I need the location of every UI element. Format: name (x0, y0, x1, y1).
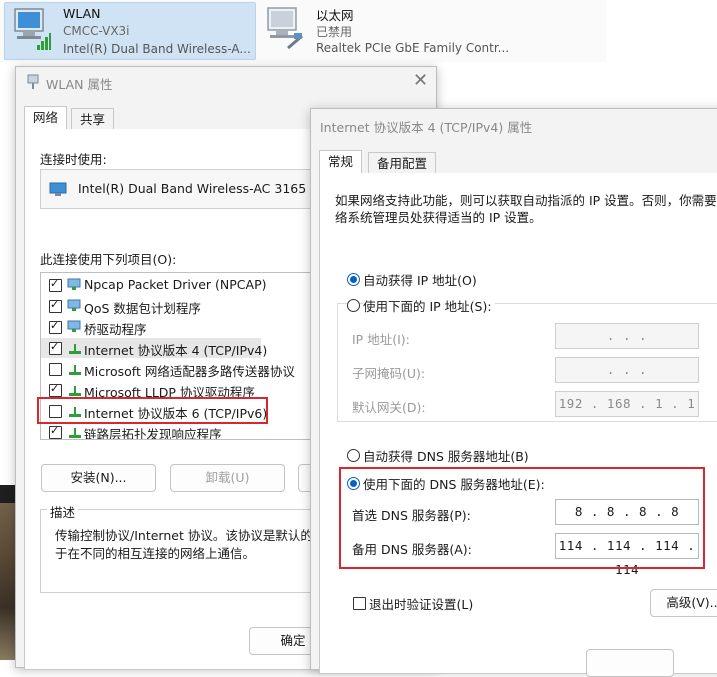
item-checkbox[interactable] (49, 277, 62, 292)
connect-using-label: 连接时使用: (40, 152, 107, 167)
item-checkbox[interactable] (49, 363, 62, 376)
network-card-icon (49, 182, 67, 196)
wlan-dialog-titlebar: WLAN 属性 ✕ (16, 67, 436, 97)
list-item-selected[interactable]: Internet 协议版本 4 (TCP/IPv4) (41, 338, 267, 358)
tab-network[interactable]: 网络 (24, 106, 68, 131)
manual-ip-radio[interactable] (347, 299, 360, 312)
background-area (606, 0, 717, 110)
network-service-icon (67, 299, 81, 311)
ethernet-adapter-icon (267, 7, 303, 50)
auto-ip-label[interactable]: 自动获得 IP 地址(O) (363, 270, 477, 289)
item-label: Internet 协议版本 4 (TCP/IPv4) (84, 343, 268, 358)
network-adapter-icon (27, 74, 39, 89)
adapter-ethernet-name: 以太网 (316, 8, 354, 23)
item-label: Npcap Packet Driver (NPCAP) (84, 277, 267, 292)
adapter-ethernet[interactable]: 以太网 已禁用 Realtek PCIe GbE Family Contr... (258, 2, 518, 58)
uninstall-button[interactable]: 卸载(U) (170, 464, 285, 492)
gateway-field[interactable]: 192 . 168 . 1 . 1 (555, 391, 699, 417)
gateway-label: 默认网关(D): (352, 400, 426, 415)
ipv4-ok-button[interactable] (586, 649, 674, 677)
item-label: Microsoft 网络适配器多路传送器协议 (84, 364, 295, 379)
wlan-dialog-title: WLAN 属性 (46, 77, 113, 92)
install-button[interactable]: 安装(N)... (41, 464, 156, 492)
ipv4-dialog-title: Internet 协议版本 4 (TCP/IPv4) 属性 (320, 120, 533, 135)
items-label: 此连接使用下列项目(O): (40, 252, 177, 267)
description-text-2: 于在不同的相互连接的网络上通信。 (55, 546, 256, 561)
close-icon[interactable]: ✕ (413, 70, 428, 91)
subnet-mask-label: 子网掩码(U): (352, 366, 426, 381)
ipv4-dialog-titlebar: Internet 协议版本 4 (TCP/IPv4) 属性 (311, 109, 717, 139)
ipv4-general-panel: 如果网络支持此功能，则可以获取自动指派的 IP 设置。否则，你需要从 络系统管理… (319, 173, 717, 674)
item-checkbox[interactable] (49, 424, 62, 439)
protocol-icon (69, 386, 81, 396)
item-checkbox[interactable] (49, 340, 62, 355)
description-text-1: 传输控制协议/Internet 协议。该协议是默认的广 (55, 528, 326, 543)
adapter-ethernet-status: 已禁用 (316, 25, 353, 39)
auto-ip-radio[interactable] (347, 273, 360, 286)
adapter-ethernet-device: Realtek PCIe GbE Family Contr... (316, 41, 510, 55)
desktop-wallpaper (0, 485, 16, 660)
protocol-icon (69, 344, 81, 354)
ip-address-field[interactable]: . . . (555, 323, 699, 349)
ip-address-label: IP 地址(I): (352, 332, 410, 347)
item-checkbox[interactable] (49, 382, 62, 397)
auto-dns-radio[interactable] (347, 449, 360, 462)
intro-text-2: 络系统管理员处获得适当的 IP 设置。 (335, 210, 542, 225)
desktop-wallpaper-shadow (0, 485, 16, 503)
wireless-adapter-icon (14, 8, 51, 50)
item-label: QoS 数据包计划程序 (84, 301, 201, 316)
subnet-mask-field[interactable]: . . . (555, 357, 699, 383)
ipv4-properties-dialog: Internet 协议版本 4 (TCP/IPv4) 属性 常规 备用配置 如果… (310, 108, 717, 677)
advanced-button[interactable]: 高级(V)... (650, 589, 717, 617)
adapter-wlan-name: WLAN (63, 6, 101, 21)
tab-sharing[interactable]: 共享 (71, 108, 115, 131)
validate-label[interactable]: 退出时验证设置(L) (369, 594, 473, 613)
adapter-wlan-status: CMCC-VX3i (63, 24, 130, 38)
item-label: 桥驱动程序 (84, 322, 147, 337)
validate-checkbox[interactable] (353, 597, 366, 610)
adapter-wlan-device: Intel(R) Dual Band Wireless-A... (63, 42, 251, 56)
network-service-icon (67, 278, 81, 290)
adapter-name-text: Intel(R) Dual Band Wireless-AC 3165 (78, 181, 307, 196)
protocol-icon (69, 428, 81, 438)
manual-ip-label[interactable]: 使用下面的 IP 地址(S): (363, 296, 495, 315)
description-label: 描述 (47, 502, 79, 521)
item-checkbox[interactable] (49, 298, 62, 313)
protocol-icon (69, 365, 81, 375)
tab-alternate-config[interactable]: 备用配置 (368, 152, 437, 175)
adapter-wlan[interactable]: WLAN CMCC-VX3i Intel(R) Dual Band Wirele… (4, 2, 256, 60)
tab-general[interactable]: 常规 (319, 150, 363, 175)
auto-dns-label[interactable]: 自动获得 DNS 服务器地址(B) (363, 446, 529, 465)
dns-highlight-box (339, 467, 705, 569)
ipv6-highlight-box (37, 397, 268, 424)
item-label: 链路层拓扑发现响应程序 (84, 427, 222, 440)
network-service-icon (67, 320, 81, 332)
item-checkbox[interactable] (49, 319, 62, 334)
